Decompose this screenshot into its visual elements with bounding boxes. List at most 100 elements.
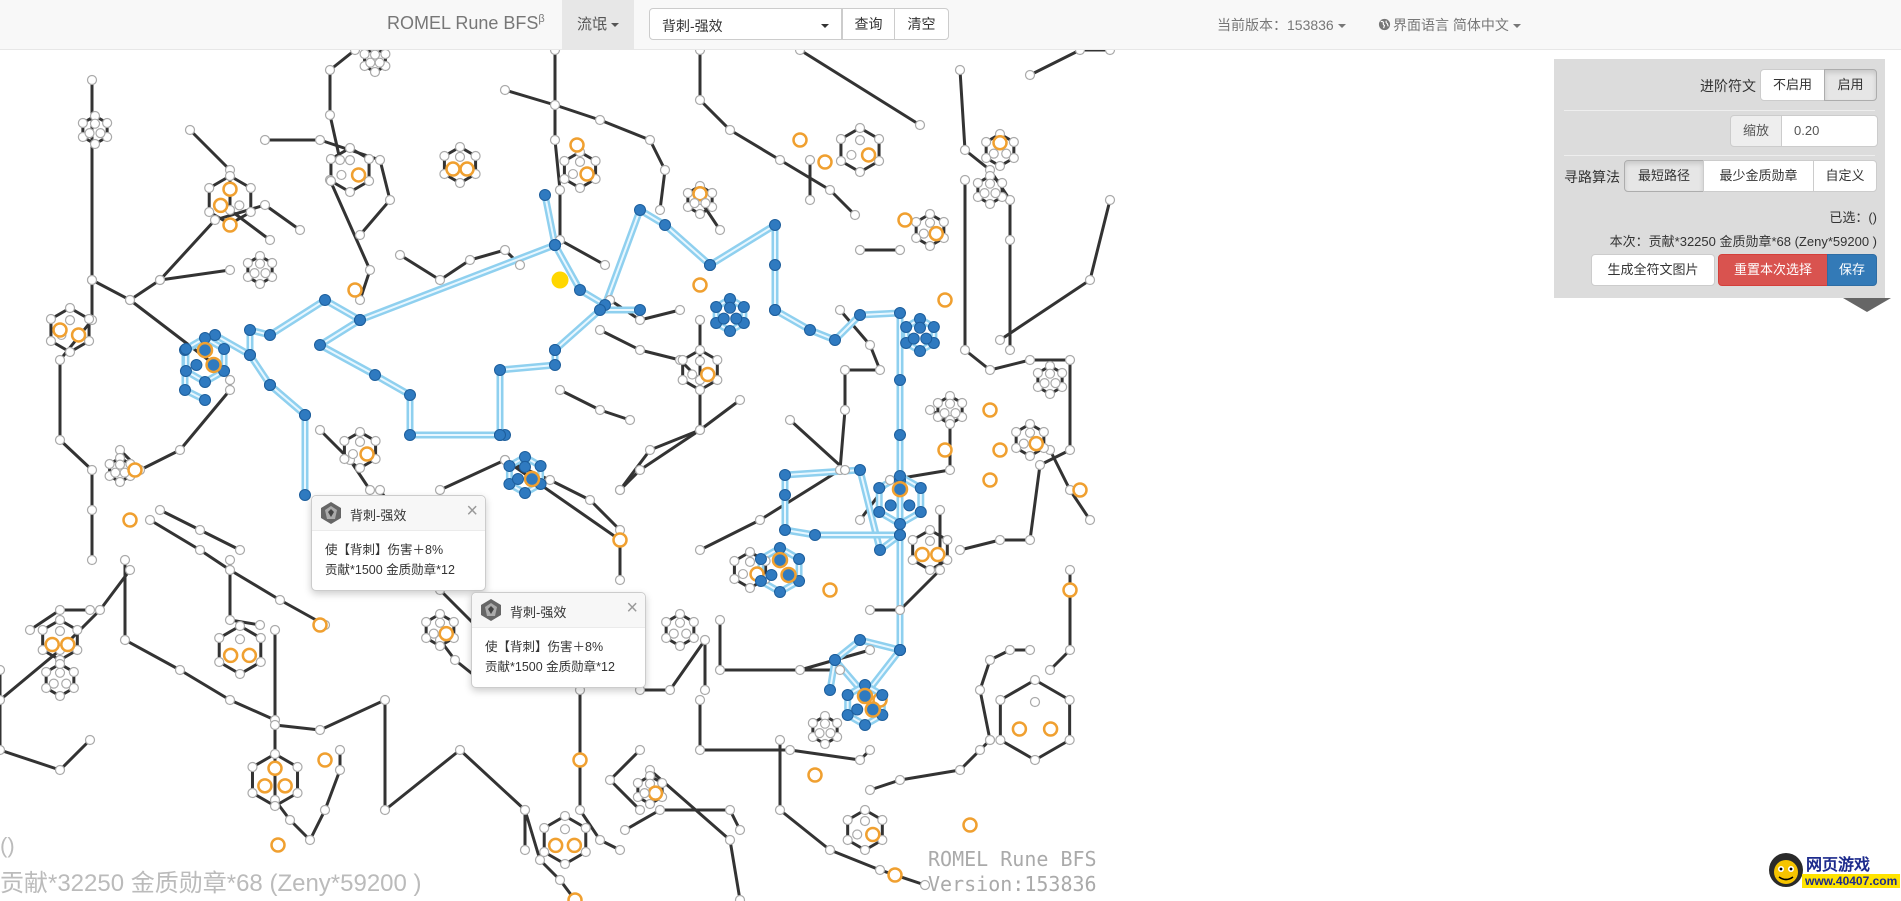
special-rune-node[interactable] — [822, 582, 838, 598]
rune-node[interactable] — [394, 249, 406, 261]
rune-node[interactable] — [688, 616, 699, 628]
selected-rune-node[interactable] — [179, 384, 191, 396]
rune-node[interactable] — [988, 148, 999, 159]
selected-rune-node[interactable] — [894, 374, 906, 386]
special-rune-node[interactable] — [1028, 435, 1044, 452]
selected-rune-node[interactable] — [519, 460, 531, 473]
selected-rune-node[interactable] — [244, 324, 256, 336]
rune-node[interactable] — [354, 426, 366, 438]
selected-rune-node[interactable] — [404, 389, 416, 401]
selected-rune-node[interactable] — [793, 553, 806, 565]
rune-node[interactable] — [854, 122, 866, 134]
rune-node[interactable] — [86, 554, 98, 566]
rune-node[interactable] — [89, 138, 101, 150]
rune-node[interactable] — [324, 64, 336, 76]
selected-rune-node[interactable] — [884, 499, 897, 512]
rune-node[interactable] — [374, 57, 385, 68]
selected-rune-node[interactable] — [511, 473, 524, 486]
selected-rune-node[interactable] — [264, 379, 276, 391]
rune-node[interactable] — [634, 464, 646, 476]
rune-node[interactable] — [774, 154, 786, 166]
rune-node[interactable] — [954, 544, 966, 556]
rune-node[interactable] — [689, 198, 700, 209]
special-rune-node[interactable] — [579, 166, 595, 182]
rune-node[interactable] — [464, 254, 476, 266]
rune-node[interactable] — [334, 744, 346, 756]
rune-node[interactable] — [694, 355, 706, 367]
special-rune-node[interactable] — [277, 778, 293, 794]
rune-node[interactable] — [1057, 367, 1068, 379]
rune-node[interactable] — [1004, 644, 1016, 656]
rune-node[interactable] — [95, 128, 106, 139]
selected-rune-node[interactable] — [179, 343, 192, 355]
special-rune-node[interactable] — [860, 147, 877, 163]
advanced-on-button[interactable]: 启用 — [1824, 69, 1877, 101]
special-rune-node[interactable] — [547, 837, 564, 854]
rune-node[interactable] — [839, 464, 851, 476]
rune-node[interactable] — [224, 614, 236, 626]
special-rune-node[interactable] — [52, 322, 68, 338]
rune-node[interactable] — [664, 684, 676, 696]
rune-node[interactable] — [434, 484, 446, 496]
rune-node[interactable] — [744, 546, 756, 558]
rune-node[interactable] — [854, 754, 866, 766]
special-rune-node[interactable] — [44, 636, 60, 653]
rune-node[interactable] — [1004, 344, 1016, 356]
selected-rune-node[interactable] — [404, 429, 416, 441]
rune-node[interactable] — [0, 664, 6, 676]
rune-node[interactable] — [957, 397, 968, 409]
rune-node[interactable] — [519, 844, 531, 856]
rune-node[interactable] — [314, 724, 326, 736]
rune-node[interactable] — [0, 744, 6, 756]
rune-node[interactable] — [325, 153, 337, 165]
special-rune-node[interactable] — [122, 512, 138, 528]
rune-node[interactable] — [84, 128, 95, 139]
rune-node[interactable] — [347, 448, 359, 460]
rune-node[interactable] — [699, 684, 711, 696]
rune-node[interactable] — [594, 324, 606, 336]
rune-node[interactable] — [1074, 50, 1086, 56]
rune-node[interactable] — [634, 744, 646, 756]
rune-node[interactable] — [614, 844, 626, 856]
rune-node[interactable] — [729, 573, 740, 585]
special-rune-node[interactable] — [807, 767, 823, 783]
rune-node[interactable] — [1024, 69, 1036, 81]
rune-node[interactable] — [1001, 148, 1012, 159]
rune-node[interactable] — [344, 142, 356, 154]
rune-node[interactable] — [245, 182, 256, 194]
rune-node[interactable] — [554, 874, 566, 886]
rune-node[interactable] — [559, 173, 570, 185]
special-rune-node[interactable] — [928, 225, 944, 242]
rune-node[interactable] — [842, 814, 853, 826]
selected-rune-node[interactable] — [519, 451, 531, 463]
rune-node[interactable] — [292, 787, 303, 799]
rune-node[interactable] — [224, 170, 236, 182]
rune-node[interactable] — [54, 764, 66, 776]
rune-node[interactable] — [549, 50, 561, 56]
rune-node[interactable] — [86, 464, 98, 476]
selected-rune-node[interactable] — [594, 304, 606, 316]
rune-node[interactable] — [852, 829, 863, 840]
rune-node[interactable] — [714, 664, 726, 676]
rune-node[interactable] — [1024, 450, 1036, 462]
rune-node[interactable] — [83, 335, 95, 347]
rune-node[interactable] — [370, 435, 381, 447]
rune-node[interactable] — [614, 484, 626, 496]
rune-node[interactable] — [1044, 664, 1056, 676]
rune-node[interactable] — [559, 824, 571, 835]
rune-node[interactable] — [864, 604, 876, 616]
rune-node[interactable] — [694, 314, 706, 326]
rune-node[interactable] — [674, 640, 686, 652]
rune-node[interactable] — [839, 404, 851, 416]
rune-node[interactable] — [794, 664, 806, 676]
rune-node[interactable] — [624, 414, 636, 426]
rune-node[interactable] — [363, 153, 375, 165]
rune-node[interactable] — [835, 155, 847, 167]
rune-node[interactable] — [174, 444, 186, 456]
rune-node[interactable] — [449, 654, 461, 666]
rune-node[interactable] — [807, 717, 818, 729]
selected-rune-node[interactable] — [809, 529, 821, 541]
rune-node[interactable] — [734, 894, 746, 901]
special-rune-node[interactable] — [992, 135, 1008, 151]
start-rune-node[interactable] — [551, 271, 569, 289]
